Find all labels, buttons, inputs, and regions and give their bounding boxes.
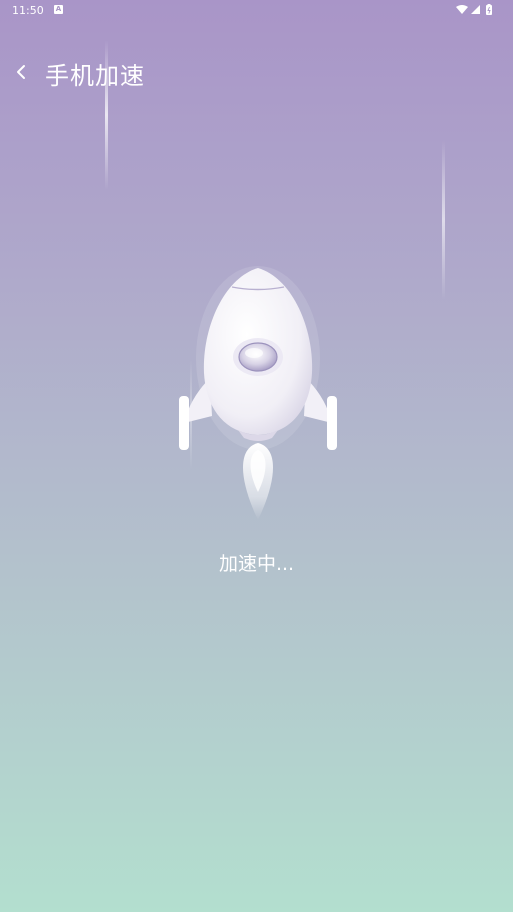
a-notification-icon: A: [54, 5, 63, 14]
wifi-icon: [456, 5, 468, 14]
chevron-left-icon: [17, 65, 25, 79]
speed-streak: [442, 140, 445, 300]
back-button[interactable]: [10, 60, 34, 84]
boosting-status-text: 加速中...: [218, 553, 295, 575]
phone-boost-screen: 11:50 A 手机加速 加速中...: [0, 0, 513, 912]
speed-streak: [105, 40, 108, 190]
page-title: 手机加速: [45, 62, 145, 90]
status-bar: 11:50 A: [0, 0, 513, 22]
rocket-icon: [172, 258, 344, 528]
status-time: 11:50: [12, 4, 44, 17]
header: 手机加速: [0, 50, 513, 96]
battery-icon: [486, 4, 492, 15]
signal-icon: [471, 5, 480, 14]
status-icons: [455, 4, 501, 16]
